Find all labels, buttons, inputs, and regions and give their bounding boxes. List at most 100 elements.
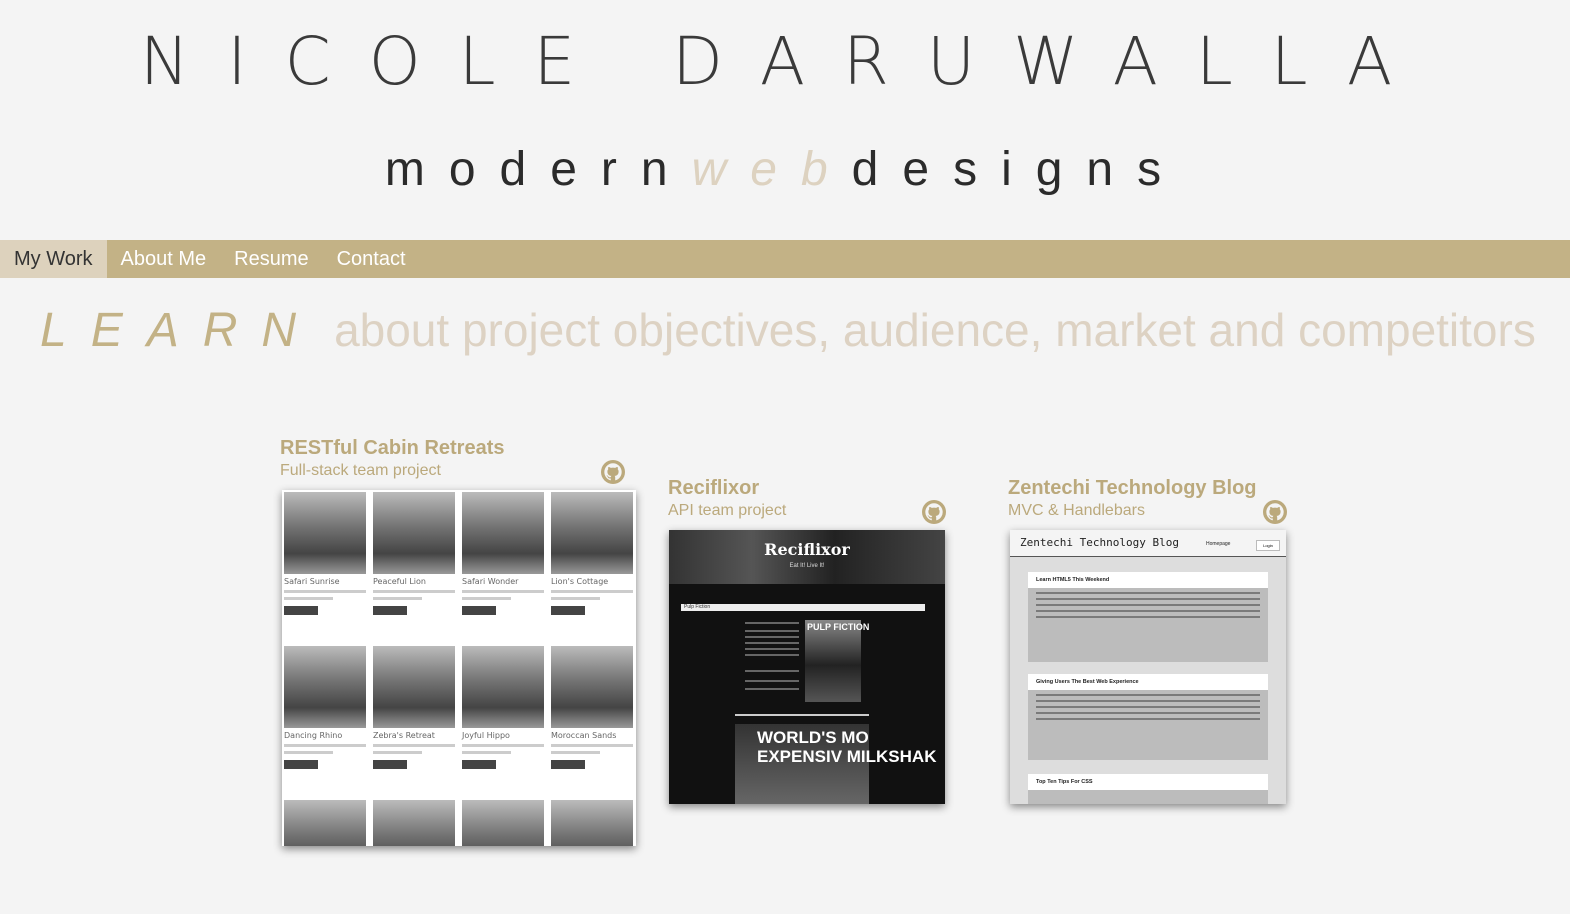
zen-post: Giving Users The Best Web Experience <box>1028 674 1268 760</box>
zen-post-line <box>1036 700 1260 702</box>
listing-card: Moroccan Sands <box>551 646 633 769</box>
reci-search-value: Pulp Fiction <box>684 604 711 610</box>
github-icon[interactable] <box>601 460 625 484</box>
listing-name: Safari Sunrise <box>284 577 340 586</box>
listing-name: Peaceful Lion <box>373 577 426 586</box>
project-card-restful: RESTful Cabin Retreats Full-stack team p… <box>280 436 504 482</box>
listing-text-line <box>284 590 366 593</box>
listing-text-line <box>284 744 366 747</box>
listing-card <box>373 800 455 846</box>
view-details-button <box>284 760 318 769</box>
reci-app-tagline: Eat It! Live It! <box>789 563 825 569</box>
project-title: RESTful Cabin Retreats <box>280 437 505 459</box>
listing-photo <box>373 492 455 574</box>
site-name: NICOLE DARUWALLA <box>139 23 1431 100</box>
zen-post-line <box>1036 616 1260 618</box>
learn-banner: LEARN about project objectives, audience,… <box>40 302 1536 370</box>
reci-text-line <box>745 630 799 632</box>
view-details-button <box>284 606 318 615</box>
listing-text-line <box>373 597 423 600</box>
listing-photo <box>551 646 633 728</box>
listing-card: Peaceful Lion <box>373 492 455 615</box>
nav-contact[interactable]: Contact <box>323 240 420 278</box>
view-details-button <box>373 760 407 769</box>
reci-text-line <box>745 688 799 690</box>
listing-card: Joyful Hippo <box>462 646 544 769</box>
reci-movie-poster <box>805 620 861 702</box>
github-icon[interactable] <box>922 500 946 524</box>
zen-post-line <box>1036 592 1260 594</box>
listing-photo <box>462 492 544 574</box>
zen-post-line <box>1036 610 1260 612</box>
listing-text-line <box>284 751 334 754</box>
listing-card <box>462 800 544 846</box>
zen-post-line <box>1036 712 1260 714</box>
zen-app-title: Zentechi Technology Blog <box>1020 536 1179 549</box>
zen-post-title: Learn HTML5 This Weekend <box>1028 572 1268 588</box>
listing-photo <box>373 646 455 728</box>
listing-card <box>551 800 633 846</box>
reci-text-line <box>745 636 799 638</box>
project-card-reciflixor: Reciflixor API team project <box>668 476 786 522</box>
zen-post: Learn HTML5 This Weekend <box>1028 572 1268 662</box>
project-screenshot-zentechi[interactable]: Zentechi Technology Blog Homepage Login … <box>1010 530 1286 804</box>
listing-photo <box>551 800 633 846</box>
listing-card: Dancing Rhino <box>284 646 366 769</box>
nav-resume[interactable]: Resume <box>220 240 322 278</box>
zen-login-label: Login <box>1263 543 1273 548</box>
listing-text-line <box>373 590 455 593</box>
reci-text-line <box>745 670 799 672</box>
reci-text-line <box>745 642 799 644</box>
listing-name: Safari Wonder <box>462 577 519 586</box>
listing-text-line <box>373 751 423 754</box>
listing-card: Safari Sunrise <box>284 492 366 615</box>
listing-card: Zebra's Retreat <box>373 646 455 769</box>
learn-word: LEARN <box>40 304 321 357</box>
reci-text-line <box>745 648 799 650</box>
zen-post-line <box>1036 694 1260 696</box>
listing-text-line <box>551 751 601 754</box>
reci-text-line <box>745 654 799 656</box>
github-icon[interactable] <box>1263 500 1287 524</box>
nav-my-work[interactable]: My Work <box>0 240 107 278</box>
listing-photo <box>551 492 633 574</box>
reci-text-line <box>745 622 799 624</box>
listing-text-line <box>551 597 601 600</box>
view-details-button <box>462 606 496 615</box>
listing-photo <box>284 492 366 574</box>
zen-header: Zentechi Technology Blog Homepage Login <box>1010 530 1286 557</box>
project-screenshot-restful[interactable]: Safari Sunrise Peaceful Lion Safari Wond… <box>282 490 636 846</box>
project-screenshot-reciflixor[interactable]: Reciflixor Eat It! Live It! Pulp Fiction… <box>669 530 945 804</box>
project-subtitle: API team project <box>668 502 787 519</box>
zen-login-button: Login <box>1256 540 1280 551</box>
nav-about-me[interactable]: About Me <box>107 240 221 278</box>
reci-search-bar: Pulp Fiction <box>681 604 925 611</box>
listing-photo <box>373 800 455 846</box>
listing-name: Zebra's Retreat <box>373 731 435 740</box>
listing-name: Dancing Rhino <box>284 731 343 740</box>
view-details-button <box>551 760 585 769</box>
listing-photo <box>462 800 544 846</box>
tagline-modern: modern <box>384 143 692 196</box>
listing-text-line <box>462 597 512 600</box>
view-details-button <box>551 606 585 615</box>
project-subtitle: Full-stack team project <box>280 462 441 479</box>
listing-photo <box>462 646 544 728</box>
learn-text: about project objectives, audience, mark… <box>334 304 1536 356</box>
reci-app-title: Reciflixor <box>764 540 850 559</box>
listing-card: Lion's Cottage <box>551 492 633 615</box>
listing-text-line <box>462 590 544 593</box>
listing-card: Safari Wonder <box>462 492 544 615</box>
listing-photo <box>284 800 366 846</box>
reci-divider <box>735 714 869 716</box>
zen-post-title: Top Ten Tips For CSS <box>1028 774 1268 790</box>
project-title: Zentechi Technology Blog <box>1008 477 1257 499</box>
zen-post-title: Giving Users The Best Web Experience <box>1028 674 1268 690</box>
listing-text-line <box>551 744 633 747</box>
listing-text-line <box>462 744 544 747</box>
listing-text-line <box>551 590 633 593</box>
reci-video-title: WORLD'S MO EXPENSIV MILKSHAK <box>757 728 937 766</box>
tagline-designs: designs <box>851 143 1186 196</box>
view-details-button <box>462 760 496 769</box>
listing-text-line <box>373 744 455 747</box>
